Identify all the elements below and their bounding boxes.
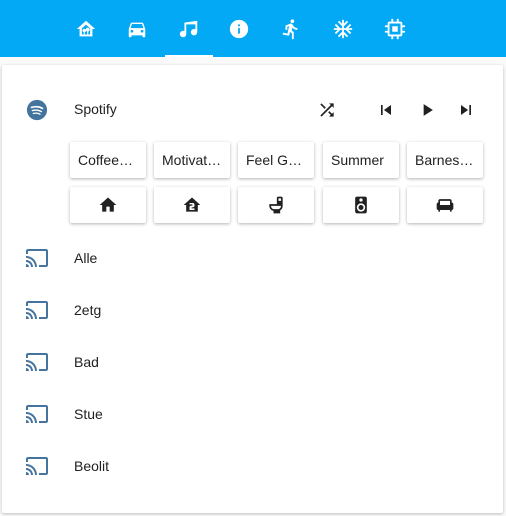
room-button-bathroom[interactable] <box>238 187 314 223</box>
home-floor-2-icon <box>183 197 201 212</box>
cast-device-row[interactable]: 2etg <box>2 284 503 336</box>
playlist-button-4[interactable]: Summer <box>323 142 399 178</box>
playlist-button-1[interactable]: Coffeehouse <box>70 142 146 178</box>
info-icon <box>229 19 249 38</box>
playlist-label: Motivation <box>162 152 226 168</box>
cast-icon <box>25 350 49 374</box>
music-note-icon <box>179 20 198 37</box>
car-icon <box>128 22 146 37</box>
playlist-label: Summer <box>331 152 384 168</box>
playlist-button-5[interactable]: Barnesanger <box>407 142 483 178</box>
tab-climate[interactable] <box>319 0 367 57</box>
cast-device-name: 2etg <box>74 302 102 318</box>
room-button-floor-2[interactable] <box>154 187 230 223</box>
cast-device-name: Bad <box>74 354 99 370</box>
spotify-title: Spotify <box>74 101 117 117</box>
playlist-label: Barnesanger <box>415 152 483 168</box>
playlist-label: Feel Good <box>246 152 312 168</box>
cast-device-row[interactable]: Beolit <box>2 440 503 492</box>
tab-home[interactable] <box>62 0 110 57</box>
cast-device-name: Stue <box>74 406 103 422</box>
cast-icon <box>25 246 49 270</box>
tab-music[interactable] <box>165 0 213 57</box>
playlist-button-2[interactable]: Motivation <box>154 142 230 178</box>
play-icon <box>423 104 433 116</box>
shuffle-button[interactable] <box>316 99 338 121</box>
cast-device-row[interactable]: Bad <box>2 336 503 388</box>
playlist-label: Coffeehouse <box>78 152 146 168</box>
skip-previous-icon <box>381 105 391 115</box>
previous-button[interactable] <box>375 99 397 121</box>
tab-system[interactable] <box>371 0 419 57</box>
cast-device-name: Alle <box>74 250 98 266</box>
shuffle-icon <box>320 103 334 117</box>
cast-device-row[interactable]: Stue <box>2 388 503 440</box>
top-tab-bar <box>0 0 506 57</box>
cast-icon <box>25 454 49 478</box>
home-icon <box>99 197 117 212</box>
room-button-sofa[interactable] <box>407 187 483 223</box>
speaker-icon <box>355 196 367 214</box>
skip-next-icon <box>461 105 471 115</box>
tab-motion[interactable] <box>267 0 315 57</box>
spotify-icon <box>26 99 48 121</box>
cast-device-name: Beolit <box>74 458 110 474</box>
cast-icon <box>25 298 49 322</box>
room-button-living-room[interactable] <box>323 187 399 223</box>
next-button[interactable] <box>455 99 477 121</box>
home-assistant-icon <box>76 20 96 36</box>
toilet-icon <box>269 196 283 214</box>
run-icon <box>282 18 298 39</box>
play-button[interactable] <box>416 99 438 121</box>
chip-icon <box>384 18 406 39</box>
room-button-home[interactable] <box>70 187 146 223</box>
playlist-button-3[interactable]: Feel Good <box>238 142 314 178</box>
media-card: Spotify Coffeehouse Motivation Feel Good… <box>2 65 503 513</box>
cast-device-row[interactable]: Alle <box>2 232 503 284</box>
sofa-icon <box>436 199 454 212</box>
tab-car[interactable] <box>113 0 161 57</box>
snowflake-icon <box>333 19 353 38</box>
cast-icon <box>25 402 49 426</box>
tab-info[interactable] <box>215 0 263 57</box>
